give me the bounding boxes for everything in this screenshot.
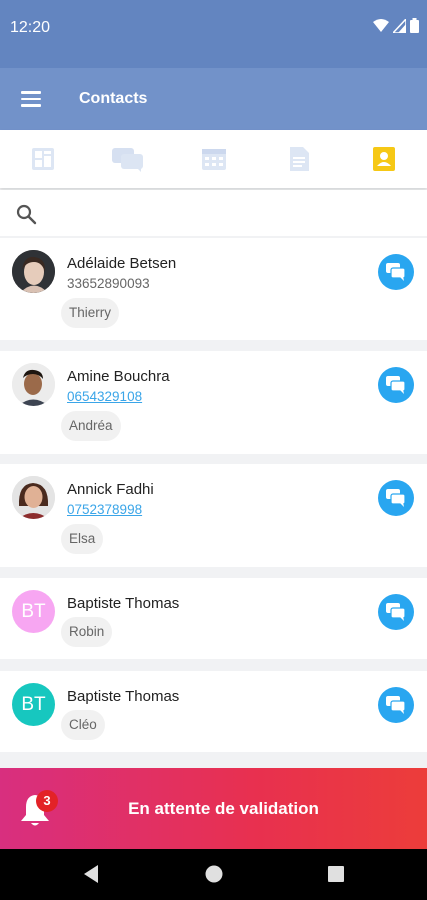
chat-button[interactable]: [378, 367, 414, 403]
avatar: [12, 363, 55, 406]
system-nav-bar: [0, 849, 427, 900]
chat-icon: [386, 376, 406, 394]
contact-tag: Andréa: [61, 411, 121, 441]
contact-phone-link[interactable]: 0654329108: [67, 389, 142, 404]
avatar-photo: [12, 476, 55, 519]
calendar-icon: [201, 149, 226, 170]
contact-card[interactable]: Amine Bouchra 0654329108 Andréa: [0, 351, 427, 454]
menu-icon-line: [21, 91, 41, 94]
tab-calendar[interactable]: [171, 130, 256, 188]
avatar-photo: [12, 363, 55, 406]
contact-card[interactable]: Annick Fadhi 0752378998 Elsa: [0, 464, 427, 567]
wifi-icon: [373, 18, 389, 32]
avatar-photo: [12, 250, 55, 293]
page-title: Contacts: [79, 90, 148, 107]
menu-icon-line: [21, 97, 41, 101]
chat-icon: [386, 489, 406, 507]
menu-button[interactable]: [12, 81, 50, 117]
contact-name: Amine Bouchra: [67, 368, 170, 385]
tab-documents[interactable]: [256, 130, 341, 188]
contact-phone-link[interactable]: 0752378998: [67, 502, 142, 517]
contact-tag: Robin: [61, 617, 113, 647]
contact-tag: Elsa: [61, 524, 104, 554]
avatar: [12, 476, 55, 519]
status-time: 12:20: [10, 19, 51, 36]
contact-tag: Cléo: [61, 710, 105, 740]
battery-icon: [410, 18, 419, 33]
recents-icon[interactable]: [327, 864, 345, 884]
home-icon[interactable]: [204, 864, 224, 884]
contact-phone: 33652890093: [67, 276, 150, 291]
search-bar[interactable]: [0, 190, 427, 236]
app-bar: Contacts: [0, 68, 427, 130]
contact-name: Baptiste Thomas: [67, 595, 180, 612]
document-icon: [289, 147, 309, 171]
pending-validation-bar[interactable]: 3 En attente de validation: [0, 768, 427, 849]
contact-name: Baptiste Thomas: [67, 688, 180, 705]
chat-button[interactable]: [378, 480, 414, 516]
dashboard-icon: [31, 148, 54, 170]
contact-card[interactable]: BT Baptiste Thomas Cléo: [0, 671, 427, 752]
tab-dashboard[interactable]: [0, 130, 85, 188]
menu-icon-line: [21, 104, 41, 107]
avatar-initials: BT: [12, 590, 55, 633]
chat-icon: [386, 263, 406, 281]
tab-messages[interactable]: [85, 130, 170, 188]
contact-card[interactable]: Adélaide Betsen 33652890093 Thierry: [0, 238, 427, 340]
contact-card-icon: [373, 147, 396, 171]
chat-icon: [386, 696, 406, 714]
avatar-initials: BT: [12, 683, 55, 726]
chat-button[interactable]: [378, 254, 414, 290]
back-icon[interactable]: [82, 864, 100, 884]
chat-icon: [386, 603, 406, 621]
tab-bar: [0, 130, 427, 188]
chat-button[interactable]: [378, 687, 414, 723]
chat-bubbles-icon: [112, 148, 144, 172]
contact-card[interactable]: BT Baptiste Thomas Robin: [0, 578, 427, 659]
pending-label: En attente de validation: [128, 799, 319, 818]
avatar: [12, 250, 55, 293]
contact-name: Adélaide Betsen: [67, 255, 177, 272]
contact-tag: Thierry: [61, 298, 120, 328]
status-bar: 12:20: [0, 0, 427, 68]
status-icons: [373, 18, 419, 33]
signal-icon: [393, 18, 406, 33]
chat-button[interactable]: [378, 594, 414, 630]
contact-name: Annick Fadhi: [67, 481, 154, 498]
search-icon[interactable]: [14, 202, 38, 226]
tab-contacts[interactable]: [342, 130, 427, 188]
